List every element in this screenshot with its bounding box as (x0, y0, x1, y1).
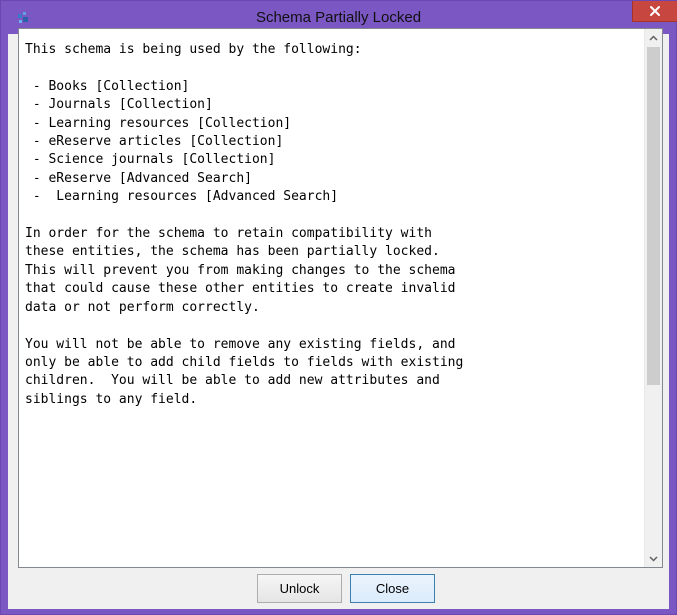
message-line: that could cause these other entities to… (25, 281, 456, 297)
message-line: these entities, the schema has been part… (25, 244, 440, 260)
chevron-up-icon (649, 34, 658, 41)
close-window-button[interactable] (632, 1, 677, 22)
message-line: - Science journals [Collection] (25, 152, 276, 168)
unlock-button[interactable]: Unlock (257, 574, 342, 603)
message-line: This will prevent you from making change… (25, 262, 456, 278)
message-line: - eReserve [Advanced Search] (25, 170, 252, 186)
vertical-scrollbar[interactable] (644, 29, 662, 567)
message-line: - Books [Collection] (25, 78, 190, 94)
message-line: In order for the schema to retain compat… (25, 226, 432, 242)
message-line (25, 207, 641, 225)
close-icon (650, 6, 660, 16)
message-line: data or not perform correctly. (25, 299, 260, 315)
dialog-window: Schema Partially Locked This schema is b… (0, 0, 677, 615)
message-line (25, 59, 641, 77)
chevron-down-icon (649, 555, 658, 562)
message-line (25, 317, 641, 335)
message-line: - Learning resources [Collection] (25, 115, 292, 131)
message-line: children. You will be able to add new at… (25, 373, 440, 389)
close-button[interactable]: Close (350, 574, 435, 603)
message-text-area[interactable]: This schema is being used by the followi… (18, 28, 663, 568)
message-line: only be able to add child fields to fiel… (25, 354, 464, 370)
message-line: You will not be able to remove any exist… (25, 336, 456, 352)
scroll-down-button[interactable] (645, 550, 662, 567)
scroll-up-button[interactable] (645, 29, 662, 46)
message-line: - Learning resources [Advanced Search] (25, 189, 339, 205)
scroll-thumb[interactable] (647, 47, 660, 385)
message-line: - eReserve articles [Collection] (25, 134, 284, 150)
message-text: This schema is being used by the followi… (25, 41, 641, 409)
message-line: This schema is being used by the followi… (25, 42, 362, 57)
message-line: siblings to any field. (25, 391, 198, 407)
message-line: - Journals [Collection] (25, 97, 213, 113)
